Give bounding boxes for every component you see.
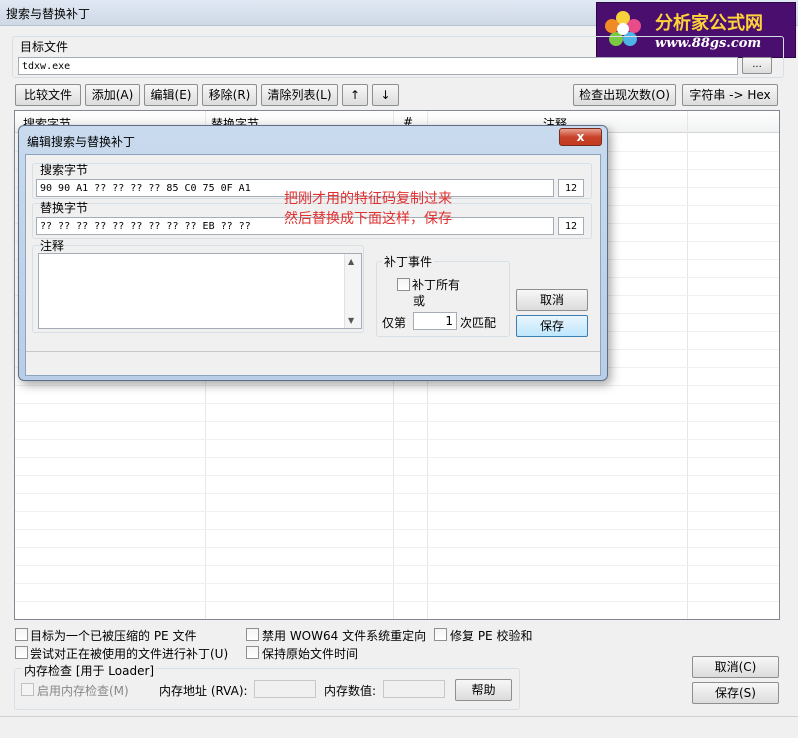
enable-memory-check-label: 启用内存检查(M) (37, 684, 129, 698)
table-row (15, 439, 779, 440)
dialog-status-bar (26, 351, 600, 375)
browse-button[interactable]: ... (742, 57, 772, 74)
memory-check-label: 内存检查 [用于 Loader] (22, 662, 157, 679)
add-button[interactable]: 添加(A) (85, 84, 140, 106)
patch-event-label: 补丁事件 (382, 253, 435, 270)
clear-list-button[interactable]: 清除列表(L) (261, 84, 338, 106)
compressed-pe-checkbox[interactable] (15, 628, 28, 641)
table-row (15, 601, 779, 602)
keep-time-checkbox[interactable] (246, 646, 259, 659)
comment-label: 注释 (40, 239, 65, 253)
status-bar (0, 716, 798, 738)
table-row (15, 565, 779, 566)
nth-match-input[interactable]: 1 (413, 312, 457, 330)
only-nth-label: 仅第 (382, 316, 407, 330)
memory-value-input[interactable] (383, 680, 445, 698)
logo-title: 分析家公式网 (655, 13, 763, 34)
table-row (15, 493, 779, 494)
scroll-up-icon[interactable]: ▲ (348, 257, 354, 266)
or-label: 或 (413, 294, 426, 308)
table-row (15, 403, 779, 404)
dialog-title: 编辑搜索与替换补丁 (27, 135, 136, 149)
search-bytes-count: 12 (558, 179, 584, 197)
save-button[interactable]: 保存(S) (692, 682, 779, 704)
string-to-hex-button[interactable]: 字符串 -> Hex (682, 84, 778, 106)
keep-time-label: 保持原始文件时间 (262, 647, 359, 661)
memory-address-input[interactable] (254, 680, 316, 698)
replace-bytes-count: 12 (558, 217, 584, 235)
table-row (15, 421, 779, 422)
compare-files-button[interactable]: 比较文件 (15, 84, 81, 106)
memory-address-label: 内存地址 (RVA): (159, 684, 248, 698)
patch-all-label: 补丁所有 (412, 278, 461, 292)
target-file-label: 目标文件 (20, 40, 69, 54)
check-occurrences-button[interactable]: 检查出现次数(O) (573, 84, 676, 106)
dialog-save-button[interactable]: 保存 (516, 315, 588, 337)
move-up-button[interactable]: ↑ (342, 84, 368, 106)
table-row (15, 547, 779, 548)
table-row (15, 511, 779, 512)
table-row (15, 529, 779, 530)
table-row (15, 583, 779, 584)
patch-in-use-label: 尝试对正在被使用的文件进行补丁(U) (30, 647, 229, 661)
compressed-pe-label: 目标为一个已被压缩的 PE 文件 (30, 629, 197, 643)
patch-all-checkbox[interactable] (397, 278, 410, 291)
move-down-button[interactable]: ↓ (372, 84, 399, 106)
comment-textarea[interactable]: ▲ ▼ (38, 253, 362, 329)
disable-wow64-checkbox[interactable] (246, 628, 259, 641)
fix-checksum-checkbox[interactable] (434, 628, 447, 641)
comment-scrollbar[interactable]: ▲ ▼ (344, 254, 361, 328)
cancel-button[interactable]: 取消(C) (692, 656, 779, 678)
help-button[interactable]: 帮助 (455, 679, 512, 701)
disable-wow64-label: 禁用 WOW64 文件系统重定向 (262, 629, 427, 643)
edit-patch-dialog: 编辑搜索与替换补丁 x 搜索字节 90 90 A1 ?? ?? ?? ?? 85… (18, 125, 608, 381)
target-file-input[interactable]: tdxw.exe (18, 57, 738, 75)
search-bytes-label: 搜索字节 (40, 163, 89, 177)
table-row (15, 385, 779, 386)
dialog-close-button[interactable]: x (559, 128, 602, 146)
patch-in-use-checkbox[interactable] (15, 646, 28, 659)
edit-button[interactable]: 编辑(E) (144, 84, 198, 106)
scroll-down-icon[interactable]: ▼ (348, 316, 354, 325)
memory-value-label: 内存数值: (324, 684, 377, 698)
fix-checksum-label: 修复 PE 校验和 (450, 629, 533, 643)
remove-button[interactable]: 移除(R) (202, 84, 257, 106)
replace-bytes-label: 替换字节 (40, 201, 89, 215)
dialog-cancel-button[interactable]: 取消 (516, 289, 588, 311)
annotation-line-1: 把刚才用的特征码复制过来 (284, 191, 452, 207)
nth-match-suffix: 次匹配 (460, 316, 497, 330)
table-row (15, 457, 779, 458)
enable-memory-check-checkbox[interactable] (21, 683, 34, 696)
close-icon: x (576, 130, 585, 144)
annotation-line-2: 然后替换成下面这样，保存 (284, 211, 452, 227)
table-row (15, 475, 779, 476)
window-title: 搜索与替换补丁 (6, 7, 91, 21)
